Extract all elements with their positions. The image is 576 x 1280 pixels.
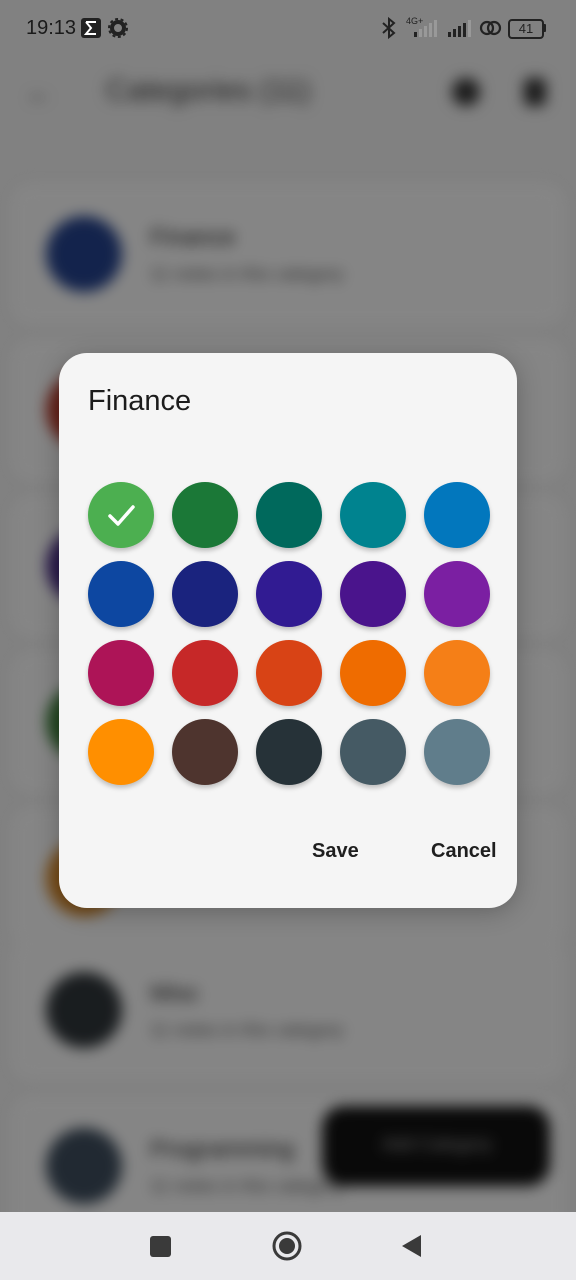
color-swatch[interactable]: [256, 561, 322, 627]
color-swatch[interactable]: [340, 719, 406, 785]
color-swatch[interactable]: [172, 561, 238, 627]
dialog-title: Finance: [88, 385, 192, 417]
sigma-icon: [81, 18, 101, 38]
dialog-actions: Save Cancel: [293, 831, 497, 871]
gear-icon: [108, 18, 128, 38]
save-button[interactable]: Save: [312, 831, 359, 871]
color-picker-dialog: Finance Save Cancel: [59, 353, 517, 908]
color-swatch[interactable]: [172, 482, 238, 548]
color-swatch[interactable]: [424, 640, 490, 706]
bluetooth-icon: [382, 16, 396, 40]
color-swatch[interactable]: [172, 640, 238, 706]
home-circle-icon[interactable]: [271, 1230, 303, 1262]
hotspot-icon: [479, 20, 502, 36]
color-swatch[interactable]: [424, 482, 490, 548]
recents-square-icon[interactable]: [145, 1230, 177, 1262]
battery-level: 41: [518, 21, 534, 36]
color-swatch[interactable]: [340, 482, 406, 548]
screen: ← Categories (11) Finance 11 notes in thi…: [0, 0, 576, 1280]
status-bar: 19:13 4G+ 41: [0, 0, 576, 58]
checkmark-icon: [108, 505, 135, 526]
back-triangle-icon[interactable]: [396, 1230, 428, 1262]
navigation-bar: [0, 1212, 576, 1280]
color-swatch[interactable]: [256, 640, 322, 706]
color-swatch[interactable]: [172, 719, 238, 785]
color-swatch[interactable]: [88, 719, 154, 785]
color-swatch[interactable]: [340, 561, 406, 627]
color-swatch[interactable]: [88, 561, 154, 627]
color-swatch[interactable]: [424, 561, 490, 627]
network-type: 4G+: [406, 16, 424, 26]
color-swatch[interactable]: [424, 719, 490, 785]
color-swatch[interactable]: [88, 640, 154, 706]
color-swatch[interactable]: [256, 719, 322, 785]
status-time: 19:13: [26, 17, 77, 39]
color-swatch[interactable]: [256, 482, 322, 548]
cellular-signal-1: 4G+: [404, 16, 444, 40]
battery-icon: 41: [508, 17, 546, 39]
color-swatch[interactable]: [340, 640, 406, 706]
color-swatch[interactable]: [88, 482, 154, 548]
signal-icon: [448, 20, 471, 37]
cancel-button[interactable]: Cancel: [431, 831, 497, 871]
